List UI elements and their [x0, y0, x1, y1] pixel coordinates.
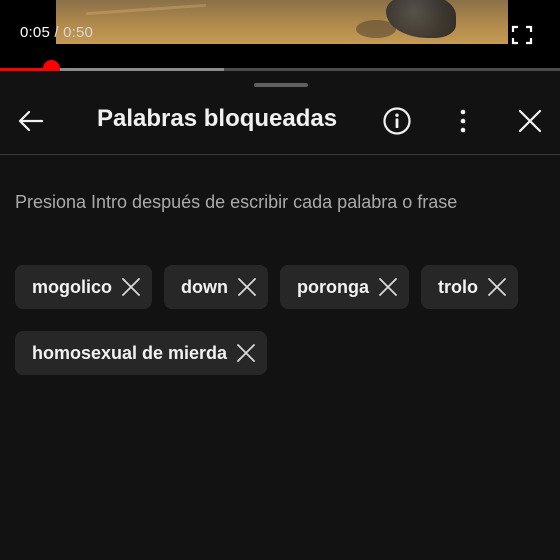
remove-word-button[interactable] — [236, 276, 258, 298]
chip-label: homosexual de mierda — [32, 342, 228, 363]
chip-label: down — [181, 276, 228, 297]
close-icon — [488, 278, 506, 296]
current-time: 0:05 — [20, 24, 50, 41]
sheet-header: Palabras bloqueadas — [0, 93, 560, 153]
header-divider — [0, 154, 560, 155]
chip-label: trolo — [438, 276, 478, 297]
close-icon — [237, 344, 255, 362]
remove-word-button[interactable] — [377, 276, 399, 298]
instruction-text: Presiona Intro después de escribir cada … — [15, 192, 458, 212]
blocked-word-chip: down — [164, 265, 268, 309]
fullscreen-button[interactable] — [510, 24, 534, 46]
blocked-word-chip: trolo — [421, 265, 518, 309]
close-icon — [518, 109, 542, 133]
fullscreen-icon — [511, 25, 533, 45]
blocked-words-list: mogolico down poronga trolo homosexual d… — [15, 265, 545, 375]
blocked-word-chip: homosexual de mierda — [15, 331, 268, 375]
arrow-left-icon — [18, 110, 44, 132]
info-button[interactable] — [377, 101, 417, 141]
video-player[interactable]: 0:05 / 0:50 — [0, 0, 560, 77]
chip-label: mogolico — [32, 276, 112, 297]
close-icon — [379, 278, 397, 296]
time-separator: / — [50, 24, 64, 41]
drag-handle[interactable] — [254, 83, 308, 87]
remove-word-button[interactable] — [120, 276, 142, 298]
remove-word-button[interactable] — [486, 276, 508, 298]
back-button[interactable] — [11, 101, 51, 141]
page-title: Palabras bloqueadas — [97, 105, 338, 132]
blocked-word-chip: poronga — [280, 265, 409, 309]
video-frame[interactable] — [56, 0, 508, 44]
blocked-words-sheet: Palabras bloqueadas Presiona Intro despu… — [0, 71, 560, 560]
duration: 0:50 — [63, 24, 94, 41]
more-vert-icon — [460, 109, 466, 133]
video-content — [86, 3, 206, 16]
time-display: 0:05 / 0:50 — [20, 24, 93, 41]
close-button[interactable] — [510, 101, 550, 141]
close-icon — [122, 278, 140, 296]
video-content — [386, 0, 456, 38]
blocked-word-chip: mogolico — [15, 265, 152, 309]
chip-label: poronga — [297, 276, 369, 297]
more-options-button[interactable] — [443, 101, 483, 141]
info-icon — [383, 107, 411, 135]
remove-word-button[interactable] — [235, 342, 257, 364]
close-icon — [238, 278, 256, 296]
